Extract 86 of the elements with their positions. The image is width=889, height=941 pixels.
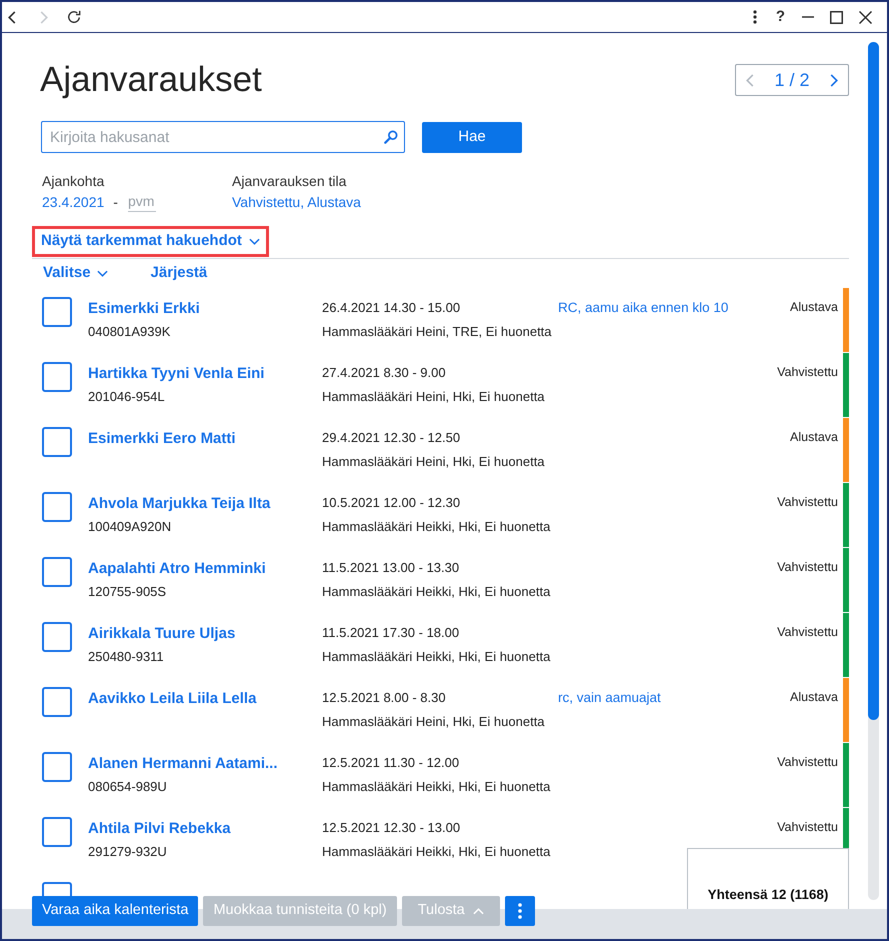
dots-vertical-icon: [518, 903, 522, 919]
status-label: Alustava: [790, 690, 838, 704]
provider-info: Hammaslääkäri Heini, Hki, Ei huonetta: [322, 388, 545, 406]
maximize-icon[interactable]: [830, 10, 843, 24]
status-label: Vahvistettu: [777, 365, 838, 379]
search-button[interactable]: Hae: [422, 122, 522, 152]
patient-id: 100409A920N: [88, 518, 172, 536]
checkbox[interactable]: [42, 882, 72, 896]
page-indicator: 1 / 2: [774, 68, 810, 92]
help-button[interactable]: ?: [776, 8, 785, 26]
dots-vertical-icon[interactable]: [752, 10, 757, 24]
checkbox[interactable]: [42, 622, 72, 652]
status-label: Alustava: [790, 300, 838, 314]
page-title: Ajanvaraukset: [40, 59, 262, 101]
patient-name-link[interactable]: Alanen Hermanni Aatami...: [88, 754, 278, 774]
appointment-time: 12.5.2021 12.30 - 13.00: [322, 819, 460, 837]
appointment-note-link[interactable]: rc, vain aamuajat: [558, 688, 661, 708]
patient-name-link[interactable]: Aavikko Leila Liila Lella: [88, 689, 256, 709]
patient-id: 201046-954L: [88, 388, 165, 406]
close-icon[interactable]: [859, 10, 872, 24]
status-label: Vahvistettu: [777, 495, 838, 509]
appointment-time: 10.5.2021 12.00 - 12.30: [322, 494, 460, 512]
search-field[interactable]: Kirjoita hakusanat: [41, 121, 405, 153]
status-label: Vahvistettu: [777, 560, 838, 574]
appointment-time: 27.4.2021 8.30 - 9.00: [322, 364, 446, 382]
patient-name-link[interactable]: Ahvola Marjukka Teija Ilta: [88, 494, 270, 514]
appointment-time: 11.5.2021 17.30 - 18.00: [322, 624, 460, 642]
scrollbar-thumb[interactable]: [868, 42, 879, 720]
provider-info: Hammaslääkäri Heikki, Hki, Ei huonetta: [322, 648, 550, 666]
footer-button[interactable]: Varaa aika kalenterista: [32, 896, 198, 926]
chevron-left-icon[interactable]: [8, 10, 16, 24]
provider-info: Hammaslääkäri Heikki, Hki, Ei huonetta: [322, 843, 550, 861]
provider-info: Hammaslääkäri Heini, TRE, Ei huonetta: [322, 323, 552, 341]
patient-name-link[interactable]: Ahtila Pilvi Rebekka: [88, 819, 231, 839]
provider-info: Hammaslääkäri Heikki, Hki, Ei huonetta: [322, 583, 550, 601]
status-label: Alustava: [790, 430, 838, 444]
checkbox[interactable]: [42, 817, 72, 847]
status-filter-value[interactable]: Vahvistettu, Alustava: [232, 192, 361, 212]
refresh-icon[interactable]: [67, 10, 81, 24]
status-label: Vahvistettu: [777, 820, 838, 834]
checkbox[interactable]: [42, 297, 72, 327]
checkbox[interactable]: [42, 492, 72, 522]
status-label: Vahvistettu: [777, 755, 838, 769]
patient-name-link[interactable]: Esimerkki Erkki: [88, 299, 200, 319]
appointment-time: 12.5.2021 8.00 - 8.30: [322, 689, 446, 707]
patient-id: 040801A939K: [88, 323, 170, 341]
appointment-time: 11.5.2021 13.00 - 13.30: [322, 559, 460, 577]
checkbox[interactable]: [42, 362, 72, 392]
date-separator: -: [113, 192, 118, 212]
more-filters-link[interactable]: Näytä tarkemmat hakuehdot: [41, 230, 260, 253]
scrollbar-track[interactable]: [868, 42, 879, 900]
patient-id: 291279-932U: [88, 843, 167, 861]
patient-id: 080654-989U: [88, 778, 167, 796]
provider-info: Hammaslääkäri Heikki, Hki, Ei huonetta: [322, 778, 550, 796]
appointment-time: 12.5.2021 11.30 - 12.00: [322, 754, 460, 772]
chevron-right-icon[interactable]: [830, 74, 838, 86]
date-value[interactable]: 23.4.2021: [42, 192, 104, 212]
sort-link[interactable]: Järjestä: [150, 262, 208, 284]
appointment-time: 26.4.2021 14.30 - 15.00: [322, 299, 460, 317]
checkbox[interactable]: [42, 427, 72, 457]
appointment-time: 29.4.2021 12.30 - 12.50: [322, 429, 460, 447]
appointment-note-link[interactable]: RC, aamu aika ennen klo 10: [558, 298, 728, 318]
total-count: Yhteensä 12 (1168): [708, 886, 828, 904]
patient-name-link[interactable]: Esimerkki Eero Matti: [88, 429, 236, 449]
search-icon[interactable]: [384, 130, 398, 144]
date-input-field[interactable]: pvm: [128, 192, 156, 212]
provider-info: Hammaslääkäri Heikki, Hki, Ei huonetta: [322, 518, 550, 536]
chevron-up-icon: [472, 908, 484, 914]
patient-name-link[interactable]: Aapalahti Atro Hemminki: [88, 559, 266, 579]
provider-info: Hammaslääkäri Heini, Hki, Ei huonetta: [322, 453, 545, 471]
checkbox[interactable]: [42, 687, 72, 717]
patient-id: 120755-905S: [88, 583, 166, 601]
more-button[interactable]: [504, 896, 535, 926]
checkbox[interactable]: [42, 557, 72, 587]
filter-label: Ajankohta: [42, 172, 104, 191]
chevron-down-icon[interactable]: [96, 270, 108, 276]
minimize-icon[interactable]: [802, 16, 814, 18]
chevron-down-icon[interactable]: [248, 238, 260, 245]
provider-info: Hammaslääkäri Heini, Hki, Ei huonetta: [322, 713, 545, 731]
patient-name-link[interactable]: Airikkala Tuure Uljas: [88, 624, 236, 644]
filter-label: Ajanvarauksen tila: [232, 172, 346, 191]
checkbox[interactable]: [42, 752, 72, 782]
patient-id: 250480-9311: [88, 648, 164, 666]
status-label: Vahvistettu: [777, 625, 838, 639]
patient-name-link[interactable]: Hartikka Tyyni Venla Eini: [88, 364, 264, 384]
select-dropdown[interactable]: Valitse: [43, 262, 108, 284]
